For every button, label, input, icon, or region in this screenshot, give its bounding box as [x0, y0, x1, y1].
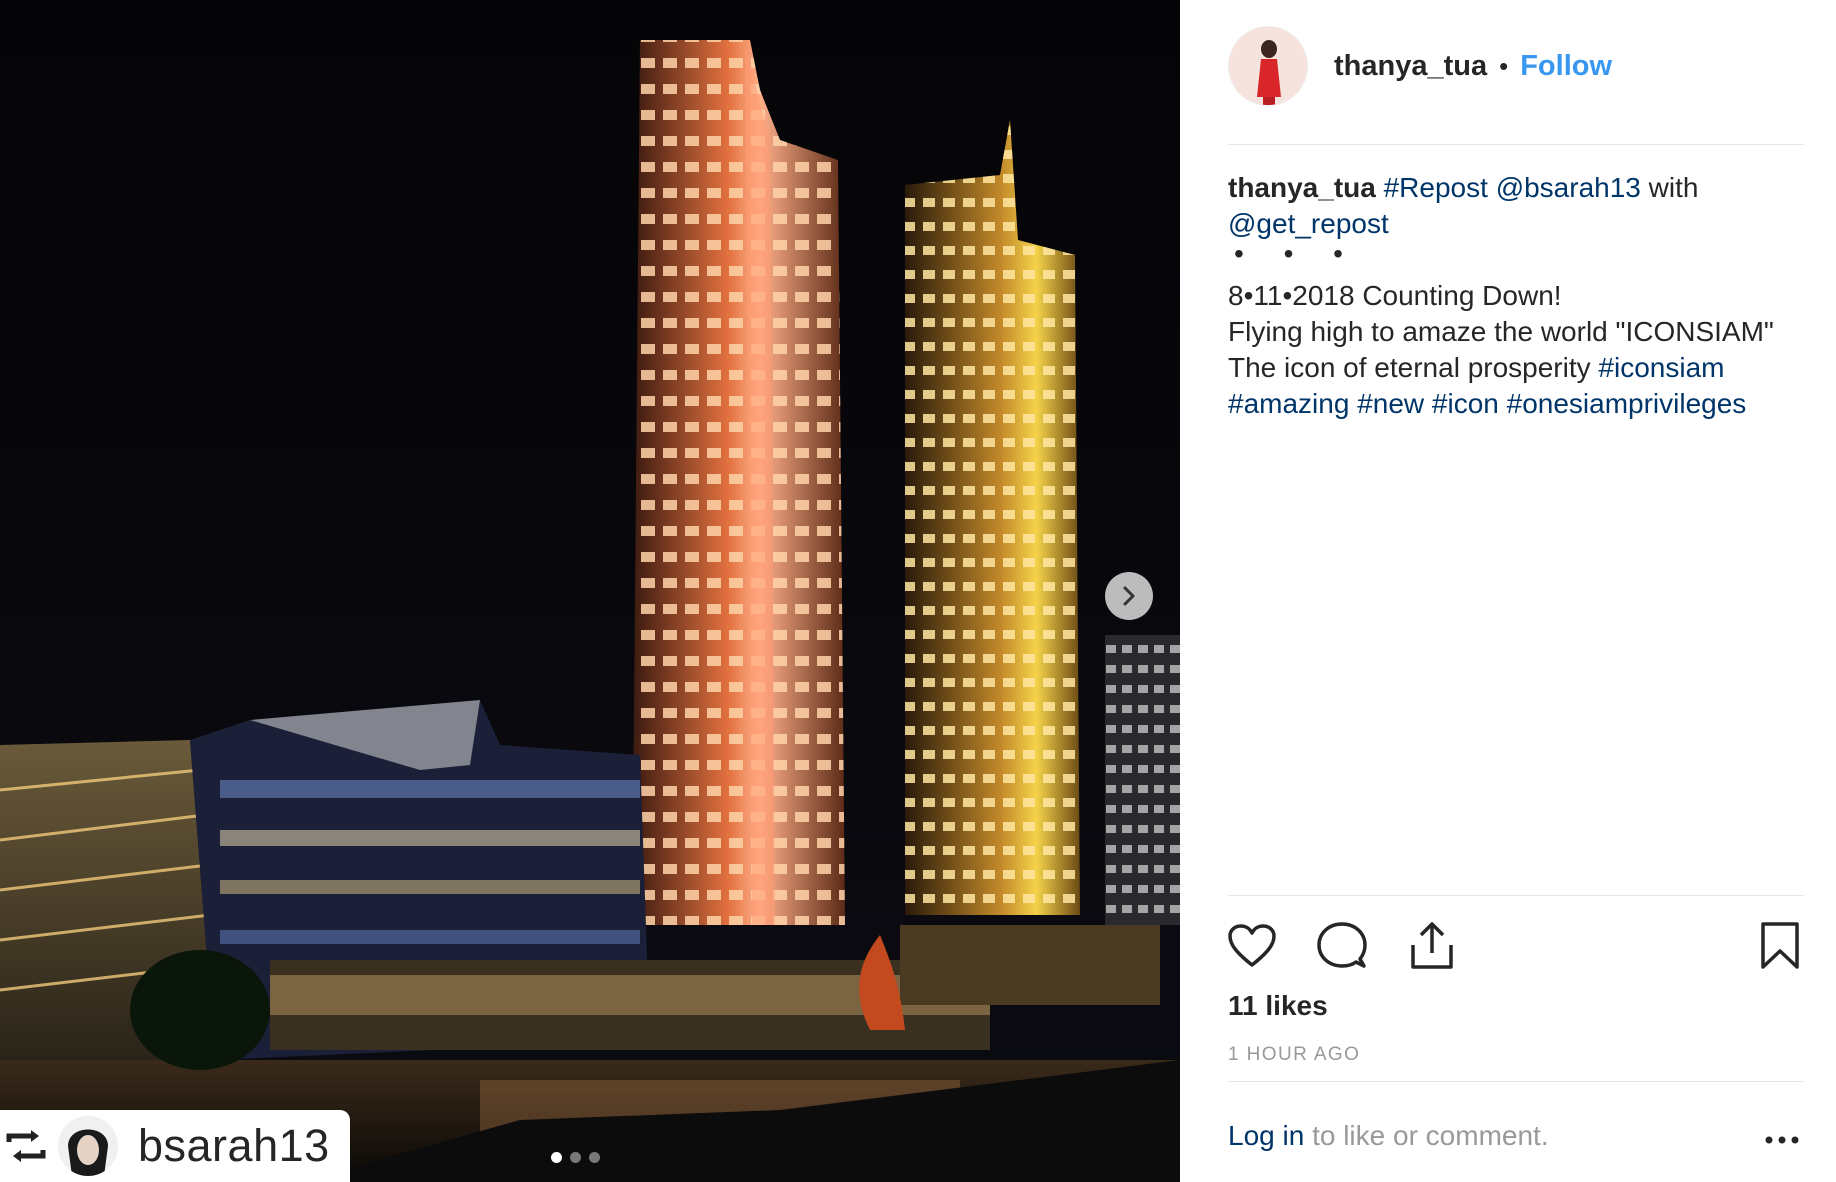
- caption-text: with: [1648, 172, 1699, 203]
- comment-button[interactable]: [1314, 918, 1370, 974]
- hashtag-link[interactable]: #iconsiam: [1598, 352, 1724, 383]
- more-options-button[interactable]: [1760, 1125, 1804, 1155]
- comment-icon: [1317, 922, 1367, 968]
- hashtag-link[interactable]: #Repost: [1384, 172, 1488, 203]
- mention-link[interactable]: @bsarah13: [1496, 172, 1641, 203]
- carousel-next-button[interactable]: [1105, 572, 1153, 620]
- post-author-username[interactable]: thanya_tua: [1334, 50, 1487, 83]
- hashtag-link[interactable]: #icon: [1432, 388, 1499, 419]
- login-link[interactable]: Log in: [1228, 1120, 1304, 1151]
- carousel-dot: [551, 1152, 562, 1163]
- header-divider: [1228, 144, 1804, 145]
- repost-username: bsarah13: [138, 1120, 330, 1171]
- chevron-right-icon: [1123, 586, 1135, 606]
- photo-image: [0, 0, 1180, 1182]
- login-prompt-text: to like or comment.: [1304, 1120, 1549, 1151]
- actions-divider: [1228, 895, 1804, 896]
- like-count[interactable]: 11 likes: [1228, 990, 1328, 1022]
- save-button[interactable]: [1752, 918, 1808, 974]
- post-caption: thanya_tua #Repost @bsarah13 with @get_r…: [1228, 170, 1804, 422]
- avatar[interactable]: [1228, 26, 1308, 106]
- repost-badge: bsarah13: [0, 1110, 350, 1182]
- caption-text: The icon of eternal prosperity: [1228, 352, 1591, 383]
- footer-divider: [1228, 1081, 1804, 1082]
- login-prompt: Log in to like or comment.: [1228, 1120, 1804, 1152]
- hashtag-link[interactable]: #new: [1357, 388, 1424, 419]
- carousel-dot: [589, 1152, 600, 1163]
- repost-icon: [4, 1124, 48, 1168]
- post-timestamp[interactable]: 1 HOUR AGO: [1228, 1044, 1360, 1066]
- caption-line: Flying high to amaze the world "ICONSIAM…: [1228, 316, 1774, 347]
- caption-username[interactable]: thanya_tua: [1228, 172, 1376, 203]
- bookmark-icon: [1761, 922, 1799, 969]
- post-details-panel: thanya_tua • Follow thanya_tua #Repost @…: [1180, 0, 1836, 1182]
- hashtag-link[interactable]: #amazing: [1228, 388, 1349, 419]
- caption-dots: • • •: [1234, 238, 1359, 269]
- carousel-dot: [570, 1152, 581, 1163]
- separator-bullet: •: [1499, 50, 1509, 81]
- repost-avatar: [58, 1116, 118, 1176]
- heart-icon: [1228, 924, 1276, 967]
- share-icon: [1411, 922, 1453, 969]
- post-header: thanya_tua • Follow: [1228, 26, 1788, 106]
- more-icon: [1765, 1136, 1799, 1144]
- follow-button[interactable]: Follow: [1520, 50, 1612, 83]
- post-photo[interactable]: bsarah13: [0, 0, 1180, 1182]
- share-button[interactable]: [1404, 918, 1460, 974]
- like-button[interactable]: [1224, 918, 1280, 974]
- carousel-indicator: [551, 1152, 600, 1163]
- mention-link[interactable]: @get_repost: [1228, 208, 1389, 239]
- caption-line: 8•11•2018 Counting Down!: [1228, 280, 1562, 311]
- post-actions: [1228, 918, 1804, 974]
- hashtag-link[interactable]: #onesiamprivileges: [1507, 388, 1747, 419]
